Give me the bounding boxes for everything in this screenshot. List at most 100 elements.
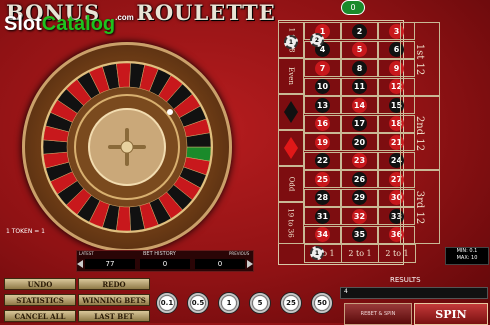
- bet-number-35[interactable]: 35: [341, 225, 378, 244]
- history-title: BET HISTORY: [143, 251, 176, 257]
- placed-chip-value: 1: [288, 38, 294, 46]
- logo-roulette: ROULETTE: [136, 0, 276, 25]
- last-bet-button[interactable]: LAST BET: [78, 310, 150, 322]
- bet-number-22[interactable]: 22: [304, 151, 341, 170]
- chip-5[interactable]: 5: [249, 292, 271, 314]
- bet-19-to-36-label: 19 to 36: [287, 208, 296, 238]
- history-next-arrow-icon[interactable]: [247, 260, 253, 268]
- dozen-1-label: 1st 12: [414, 43, 426, 75]
- bet-history-panel: LATEST BET HISTORY PREVIOUS 77 0 0: [76, 250, 254, 272]
- bet-number-2[interactable]: 2: [341, 22, 378, 40]
- number-label: 5: [352, 42, 367, 57]
- zero-label: 0: [350, 3, 356, 12]
- redo-button[interactable]: REDO: [78, 278, 150, 290]
- wheel-center-knob: [120, 140, 134, 154]
- bet-number-5[interactable]: 5: [341, 40, 378, 59]
- history-value-3: 0: [195, 259, 245, 269]
- number-label: 7: [315, 60, 330, 76]
- number-label: 14: [352, 97, 367, 113]
- token-value-info: 1 TOKEN = 1: [6, 228, 45, 235]
- bet-number-34[interactable]: 34: [304, 225, 341, 244]
- bet-number-13[interactable]: 13: [304, 96, 341, 114]
- number-label: 34: [315, 227, 330, 242]
- bet-1st-dozen[interactable]: 1st 12: [400, 22, 440, 96]
- min-bet: MIN: 0.1: [456, 248, 478, 254]
- placed-chip[interactable]: 1: [284, 35, 298, 49]
- number-label: 32: [352, 208, 367, 224]
- wheel-pocket: [42, 139, 68, 155]
- spin-button[interactable]: SPIN: [414, 303, 488, 325]
- number-label: 11: [352, 79, 367, 94]
- chip-1[interactable]: 1: [218, 292, 240, 314]
- dozen-3-label: 3rd 12: [414, 190, 426, 224]
- chip-50[interactable]: 50: [311, 292, 333, 314]
- history-previous-label: PREVIOUS: [229, 251, 250, 256]
- number-label: 23: [352, 153, 367, 168]
- bet-number-28[interactable]: 28: [304, 188, 341, 207]
- number-label: 22: [315, 153, 330, 168]
- number-label: 29: [352, 190, 367, 205]
- history-prev-arrow-icon[interactable]: [77, 260, 83, 268]
- bet-even-label: Even: [287, 67, 295, 85]
- number-label: 10: [315, 79, 330, 94]
- bet-19-to-36[interactable]: 19 to 36: [278, 202, 304, 244]
- number-label: 35: [352, 227, 367, 242]
- watermark-com: .com: [115, 13, 134, 22]
- number-label: 17: [352, 116, 367, 131]
- bet-number-26[interactable]: 26: [341, 170, 378, 188]
- number-label: 2: [352, 23, 367, 39]
- bet-odd[interactable]: Odd: [278, 166, 304, 202]
- cancel-all-button[interactable]: CANCEL ALL: [4, 310, 76, 322]
- roulette-wheel: [41, 61, 213, 233]
- rebet-spin-button[interactable]: REBET & SPIN: [344, 303, 412, 325]
- watermark-catalog: Catalog: [41, 13, 116, 35]
- bet-number-16[interactable]: 16: [304, 114, 341, 133]
- bet-number-8[interactable]: 8: [341, 59, 378, 77]
- bet-number-31[interactable]: 31: [304, 207, 341, 225]
- number-label: 8: [352, 60, 367, 76]
- bet-column-2[interactable]: 2 to 1: [341, 244, 379, 263]
- results-label: RESULTS: [390, 276, 421, 284]
- bet-2nd-dozen[interactable]: 2nd 12: [400, 96, 440, 170]
- winning-bets-button[interactable]: WINNING BETS: [78, 294, 150, 306]
- bet-number-29[interactable]: 29: [341, 188, 378, 207]
- dozen-2-label: 2nd 12: [414, 115, 426, 151]
- placed-chip[interactable]: 1: [310, 246, 324, 260]
- bet-odd-label: Odd: [286, 176, 295, 192]
- watermark-slot: Slot: [4, 13, 42, 35]
- bet-number-10[interactable]: 10: [304, 77, 341, 96]
- bet-number-14[interactable]: 14: [341, 96, 378, 114]
- bet-red[interactable]: [278, 130, 304, 166]
- bet-number-20[interactable]: 20: [341, 133, 378, 151]
- column-2-label: 2 to 1: [348, 249, 372, 258]
- placed-chip[interactable]: 2: [310, 33, 324, 47]
- number-label: 31: [315, 208, 330, 224]
- history-value-1: 77: [85, 259, 135, 269]
- column-3-label: 2 to 1: [385, 249, 409, 258]
- number-label: 16: [315, 116, 330, 131]
- undo-button[interactable]: UNDO: [4, 278, 76, 290]
- bet-number-19[interactable]: 19: [304, 133, 341, 151]
- statistics-button[interactable]: STATISTICS: [4, 294, 76, 306]
- placed-chip-value: 2: [314, 36, 320, 44]
- number-label: 25: [315, 171, 330, 187]
- bet-column-3[interactable]: 2 to 1: [378, 244, 416, 263]
- bet-number-32[interactable]: 32: [341, 207, 378, 225]
- bet-even[interactable]: Even: [278, 58, 304, 94]
- bet-number-17[interactable]: 17: [341, 114, 378, 133]
- number-label: 13: [315, 97, 330, 113]
- bet-number-7[interactable]: 7: [304, 59, 341, 77]
- chip-25[interactable]: 25: [280, 292, 302, 314]
- number-label: 20: [352, 134, 367, 150]
- zero-pocket-bet[interactable]: 0: [341, 0, 365, 15]
- red-diamond-icon: [284, 137, 298, 159]
- bet-3rd-dozen[interactable]: 3rd 12: [400, 170, 440, 244]
- bet-number-11[interactable]: 11: [341, 77, 378, 96]
- placed-chip-value: 1: [314, 249, 320, 257]
- history-value-2: 0: [140, 259, 190, 269]
- chip-0-5[interactable]: 0.5: [187, 292, 209, 314]
- chip-0-1[interactable]: 0.1: [156, 292, 178, 314]
- bet-number-25[interactable]: 25: [304, 170, 341, 188]
- bet-number-23[interactable]: 23: [341, 151, 378, 170]
- bet-black[interactable]: [278, 94, 304, 130]
